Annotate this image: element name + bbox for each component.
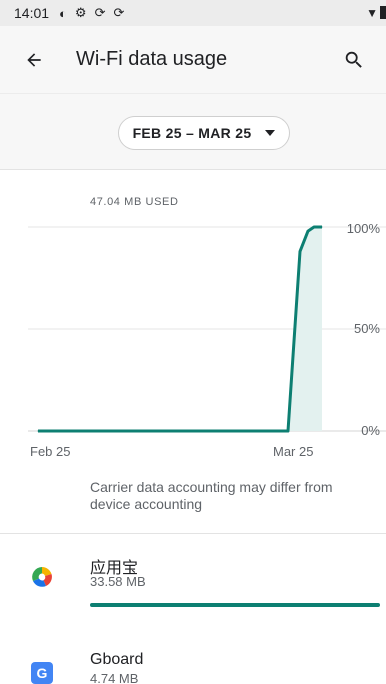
app-usage-row[interactable]: 应用宝 33.58 MB [0, 544, 386, 616]
y-tick-label: 50% [353, 321, 380, 336]
app-usage-size: 33.58 MB [90, 574, 146, 589]
carrier-accounting-note: Carrier data accounting may differ from … [90, 479, 333, 512]
status-time: 14:01 [14, 5, 50, 21]
date-range-dropdown[interactable]: FEB 25 – MAR 25 [118, 116, 290, 150]
x-tick-label: Mar 25 [273, 444, 314, 459]
status-right: ▼ [366, 6, 386, 20]
status-icons: ◐ ⚙ ⟳ ⟳ [59, 5, 124, 21]
usage-data-point [287, 430, 289, 432]
usage-data-point [321, 226, 323, 228]
dropdown-arrow-icon [265, 130, 276, 136]
usage-data-point [307, 230, 309, 232]
date-range-section: FEB 25 – MAR 25 [0, 94, 386, 170]
svg-text:G: G [37, 665, 48, 681]
page-title: Wi-Fi data usage [76, 48, 228, 70]
usage-chart-svg [28, 225, 386, 433]
sync-icon: ⟳ [94, 5, 106, 20]
date-range-label: FEB 25 – MAR 25 [132, 125, 252, 141]
arrow-back-icon [27, 52, 41, 67]
app-usage-row[interactable]: G Gboard 4.74 MB [0, 640, 386, 684]
sync-icon: ⟳ [113, 5, 125, 20]
yingyongbao-icon [32, 567, 52, 587]
usage-data-point [299, 250, 301, 252]
usage-chart: 47.04 MB USED 100% 50% 0% Feb 25 Mar 25 [0, 170, 386, 470]
ring-icon: ◐ [59, 5, 67, 21]
status-bar: 14:01 ◐ ⚙ ⟳ ⟳ ▼ [0, 0, 386, 26]
x-tick-label: Feb 25 [30, 444, 71, 459]
gboard-icon: G [31, 662, 53, 684]
back-button[interactable] [6, 32, 62, 88]
app-bar: Wi-Fi data usage [0, 26, 386, 94]
battery-icon [380, 6, 386, 19]
app-usage-size: 4.74 MB [90, 671, 139, 684]
wifi-icon: ▼ [366, 6, 378, 20]
gear-icon: ⚙ [74, 5, 87, 20]
app-name: Gboard [90, 651, 144, 668]
usage-data-point [37, 430, 39, 432]
search-icon [345, 51, 362, 68]
divider [0, 533, 386, 534]
y-tick-label: 100% [346, 221, 380, 236]
usage-progress-bar [90, 603, 380, 607]
y-tick-label: 0% [361, 423, 380, 438]
search-button[interactable] [332, 38, 376, 82]
usage-data-point [313, 226, 315, 228]
